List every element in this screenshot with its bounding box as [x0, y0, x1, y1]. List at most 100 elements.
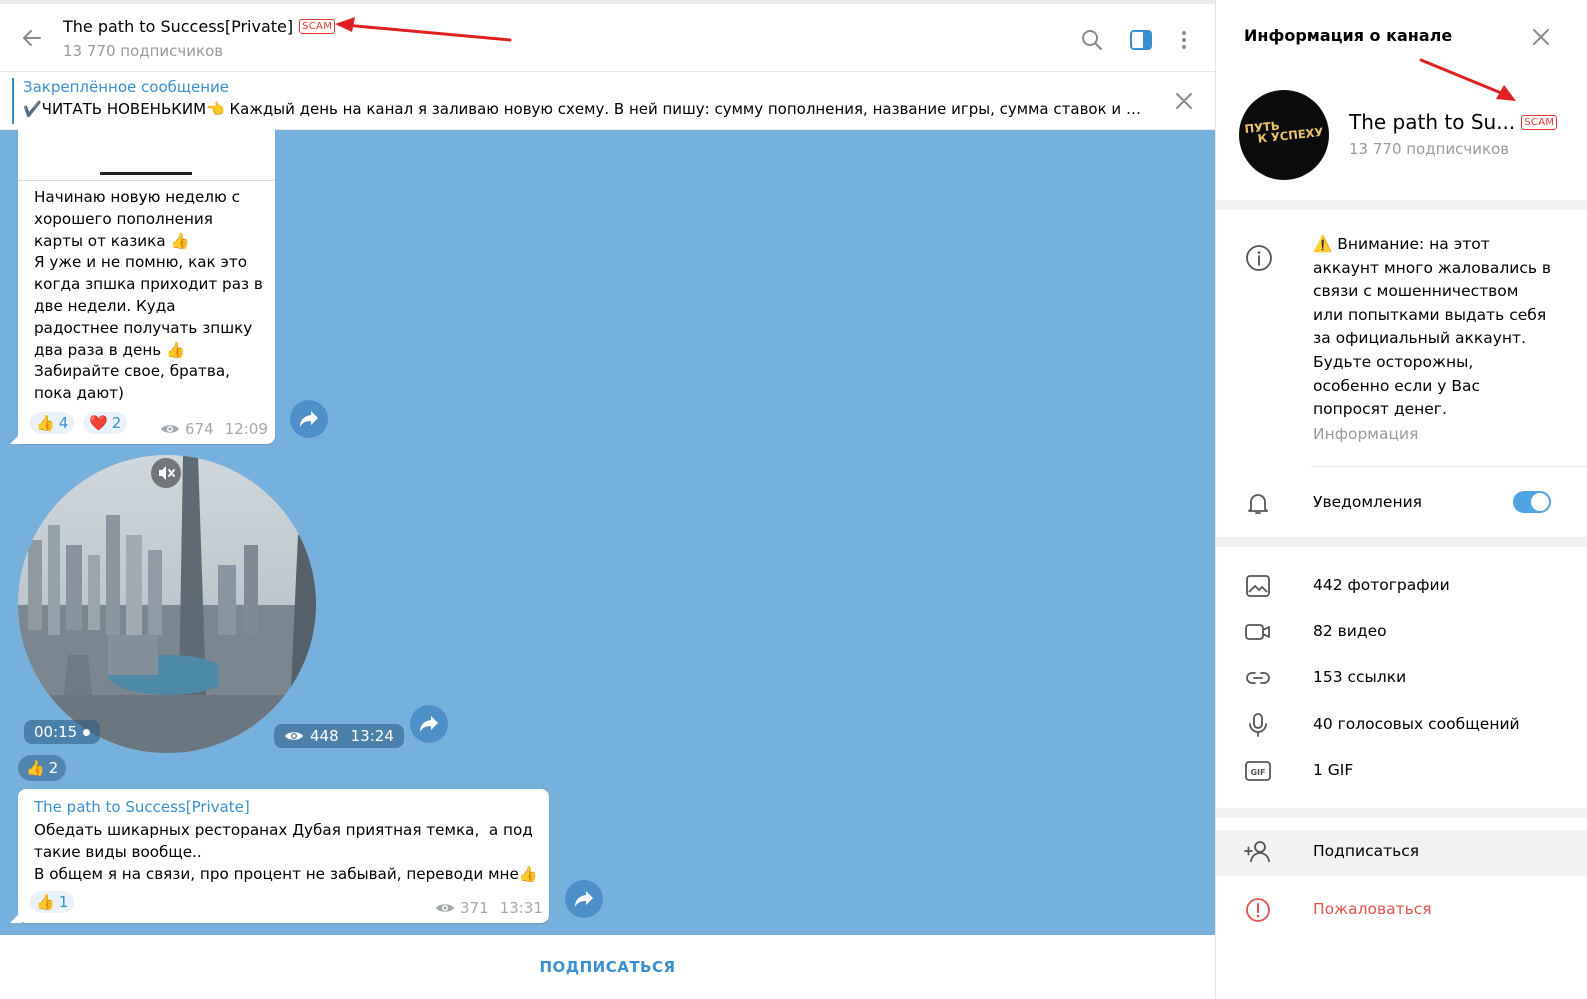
gif-icon: GIF — [1245, 761, 1271, 781]
forward-button[interactable] — [290, 400, 328, 438]
divider — [18, 180, 275, 181]
info-icon — [1246, 245, 1272, 271]
forward-icon — [575, 891, 593, 907]
reaction-thumbs-up[interactable]: 👍 1 — [30, 891, 75, 913]
pinned-indicator — [12, 78, 14, 124]
media-row-photos[interactable]: 442 фотографии — [1216, 564, 1587, 608]
subscribe-label: Подписаться — [1313, 842, 1420, 860]
mute-button[interactable] — [151, 458, 181, 488]
reaction-count: 2 — [111, 414, 122, 432]
microphone-icon — [1249, 713, 1267, 737]
preview-line — [100, 172, 192, 175]
section-separator — [1216, 200, 1587, 210]
more-vertical-icon[interactable] — [1172, 28, 1196, 52]
message-text: Начинаю новую неделю с хорошего пополнен… — [34, 188, 263, 403]
eye-icon — [161, 425, 179, 433]
message-bubble: The path to Success[Private] Обедать шик… — [18, 789, 549, 923]
forward-button[interactable] — [410, 705, 448, 743]
channel-name: The path to Su... SCAM — [1349, 110, 1558, 134]
notifications-toggle[interactable] — [1513, 491, 1551, 513]
video-message[interactable] — [18, 455, 316, 753]
add-user-icon — [1244, 841, 1270, 863]
forward-button[interactable] — [565, 880, 603, 918]
reaction-count: 1 — [58, 893, 69, 911]
media-row-videos[interactable]: 82 видео — [1216, 610, 1587, 654]
eye-icon — [285, 732, 303, 740]
message-meta: 371 13:31 — [435, 899, 543, 917]
svg-text:GIF: GIF — [1250, 768, 1265, 777]
media-row-gif[interactable]: GIF 1 GIF — [1216, 749, 1587, 793]
report-row[interactable]: Пожаловаться — [1216, 888, 1587, 932]
message-time: 13:24 — [350, 727, 394, 745]
divider — [1311, 466, 1587, 467]
view-count: 674 — [185, 420, 214, 438]
avatar[interactable]: ПУТЬ К УСПЕХУ — [1239, 90, 1329, 180]
video-icon — [1245, 624, 1270, 640]
chat-title-text: The path to Success[Private] — [63, 17, 294, 36]
back-arrow-icon[interactable] — [20, 26, 44, 50]
message-time: 12:09 — [224, 420, 268, 438]
chat-header: The path to Success[Private] SCAM 13 770… — [0, 0, 1215, 72]
message-meta: 448 13:24 — [274, 724, 404, 748]
reaction-emoji: 👍 — [36, 414, 55, 432]
report-icon — [1246, 898, 1270, 922]
unread-dot — [83, 728, 91, 736]
reaction-emoji: 👍 — [26, 759, 45, 777]
annotation-arrow — [335, 17, 512, 42]
search-icon[interactable] — [1080, 28, 1104, 52]
bottom-bar: ПОДПИСАТЬСЯ — [0, 935, 1215, 999]
warning-label: Информация — [1313, 425, 1419, 443]
forward-icon — [300, 411, 318, 427]
bell-icon — [1248, 494, 1268, 514]
subscribe-button[interactable]: ПОДПИСАТЬСЯ — [539, 958, 675, 976]
media-row-voice[interactable]: 40 голосовых сообщений — [1216, 703, 1587, 747]
annotation-arrow — [1419, 58, 1516, 101]
reaction-count: 4 — [58, 414, 69, 432]
toggle-knob — [1531, 493, 1549, 511]
video-duration: 00:15 — [24, 720, 101, 744]
report-label: Пожаловаться — [1313, 900, 1432, 918]
reaction-count: 2 — [48, 759, 59, 777]
subscribe-row[interactable]: Подписаться — [1216, 830, 1587, 876]
avatar-logo: ПУТЬ К УСПЕХУ — [1243, 118, 1324, 146]
message-bubble: Начинаю новую неделю с хорошего пополнен… — [18, 120, 275, 444]
close-icon[interactable] — [1530, 26, 1552, 48]
media-label: 442 фотографии — [1313, 576, 1450, 594]
media-label: 82 видео — [1313, 622, 1387, 640]
channel-info-panel: Информация о канале ПУТЬ К УСПЕХУ The pa… — [1215, 0, 1587, 999]
media-label: 1 GIF — [1313, 761, 1354, 779]
section-separator — [1216, 537, 1587, 547]
notifications-label: Уведомления — [1313, 493, 1422, 511]
chat-area: The path to Success[Private] SCAM 13 770… — [0, 0, 1215, 999]
media-label: 153 ссылки — [1313, 668, 1407, 686]
subscriber-count: 13 770 подписчиков — [63, 42, 224, 60]
photo-icon — [1246, 575, 1270, 597]
media-label: 40 голосовых сообщений — [1313, 715, 1520, 733]
link-icon — [1246, 672, 1270, 684]
media-row-links[interactable]: 153 ссылки — [1216, 656, 1587, 700]
subscriber-count: 13 770 подписчиков — [1349, 140, 1510, 158]
sidebar-toggle-icon[interactable] — [1129, 28, 1153, 52]
chat-title[interactable]: The path to Success[Private] SCAM — [63, 17, 336, 36]
view-count: 448 — [310, 727, 339, 745]
eye-icon — [436, 904, 454, 912]
channel-name-text: The path to Su... — [1349, 110, 1516, 134]
message-time: 13:31 — [499, 899, 543, 917]
reaction-heart[interactable]: ❤️ 2 — [83, 412, 128, 434]
message-meta: 674 12:09 — [160, 420, 268, 438]
message-author[interactable]: The path to Success[Private] — [34, 798, 250, 816]
message-text: Обедать шикарных ресторанах Дубая приятн… — [34, 821, 538, 883]
scam-warning: ⚠️ Внимание: на этот аккаунт много жалов… — [1313, 235, 1552, 419]
pinned-text: ✔️ЧИТАТЬ НОВЕНЬКИМ👈 Каждый день на канал… — [23, 100, 1148, 118]
scam-badge: SCAM — [1521, 114, 1558, 130]
forward-icon — [420, 716, 438, 732]
reaction-emoji: 👍 — [36, 893, 55, 911]
reaction-thumbs-up[interactable]: 👍 2 — [18, 755, 67, 781]
reaction-thumbs-up[interactable]: 👍 4 — [30, 412, 75, 434]
mute-icon — [159, 466, 175, 480]
panel-title: Информация о канале — [1244, 26, 1453, 45]
pinned-title: Закреплённое сообщение — [23, 78, 230, 96]
view-count: 371 — [460, 899, 489, 917]
close-icon[interactable] — [1172, 89, 1196, 113]
reaction-emoji: ❤️ — [89, 414, 108, 432]
